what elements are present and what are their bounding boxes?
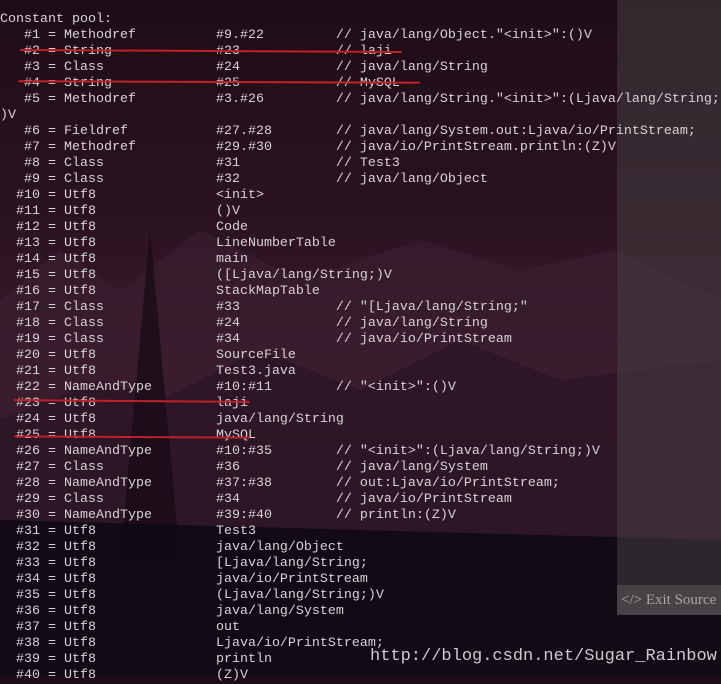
terminal-line: #27 = Class #36 // java/lang/System [0,460,488,475]
terminal-line: #33 = Utf8 [Ljava/lang/String; [0,556,368,571]
terminal-line: #28 = NameAndType #37:#38 // out:Ljava/i… [0,476,560,491]
terminal-line: #1 = Methodref #9.#22 // java/lang/Objec… [0,28,592,43]
watermark: http://blog.csdn.net/Sugar_Rainbow [370,647,717,666]
terminal-line: #8 = Class #31 // Test3 [0,156,400,171]
terminal-line: #4 = String #25 // MySQL [0,76,400,91]
terminal-line: #21 = Utf8 Test3.java [0,364,296,379]
terminal-line: #12 = Utf8 Code [0,220,248,235]
terminal-line: #37 = Utf8 out [0,620,240,635]
terminal-line: Constant pool: [0,12,112,27]
terminal-line: #19 = Class #34 // java/io/PrintStream [0,332,512,347]
terminal-line: #6 = Fieldref #27.#28 // java/lang/Syste… [0,124,696,139]
terminal-line: #15 = Utf8 ([Ljava/lang/String;)V [0,268,392,283]
terminal-output: Constant pool: #1 = Methodref #9.#22 // … [0,0,720,684]
terminal-line: #24 = Utf8 java/lang/String [0,412,344,427]
terminal-line: #10 = Utf8 <init> [0,188,264,203]
terminal-line: #3 = Class #24 // java/lang/String [0,60,488,75]
terminal-line: #22 = NameAndType #10:#11 // "<init>":()… [0,380,456,395]
terminal-line: #31 = Utf8 Test3 [0,524,256,539]
terminal-line: #36 = Utf8 java/lang/System [0,604,344,619]
terminal-line: #11 = Utf8 ()V [0,204,240,219]
terminal-line: #16 = Utf8 StackMapTable [0,284,320,299]
terminal-line: #5 = Methodref #3.#26 // java/lang/Strin… [0,92,720,107]
terminal-line: #23 = Utf8 laji [0,396,248,411]
terminal-line: #29 = Class #34 // java/io/PrintStream [0,492,512,507]
terminal-line: #13 = Utf8 LineNumberTable [0,236,336,251]
terminal-line: #40 = Utf8 (Z)V [0,668,248,683]
terminal-line: #9 = Class #32 // java/lang/Object [0,172,488,187]
terminal-line: #34 = Utf8 java/io/PrintStream [0,572,368,587]
terminal-line: #14 = Utf8 main [0,252,248,267]
terminal-line: #26 = NameAndType #10:#35 // "<init>":(L… [0,444,600,459]
terminal-line: #17 = Class #33 // "[Ljava/lang/String;" [0,300,528,315]
terminal-line: #18 = Class #24 // java/lang/String [0,316,488,331]
terminal-line: #7 = Methodref #29.#30 // java/io/PrintS… [0,140,616,155]
terminal-line: #20 = Utf8 SourceFile [0,348,296,363]
terminal-line: )V [0,108,16,123]
terminal-line: #30 = NameAndType #39:#40 // println:(Z)… [0,508,456,523]
terminal-line: #32 = Utf8 java/lang/Object [0,540,344,555]
terminal-line: #35 = Utf8 (Ljava/lang/String;)V [0,588,384,603]
